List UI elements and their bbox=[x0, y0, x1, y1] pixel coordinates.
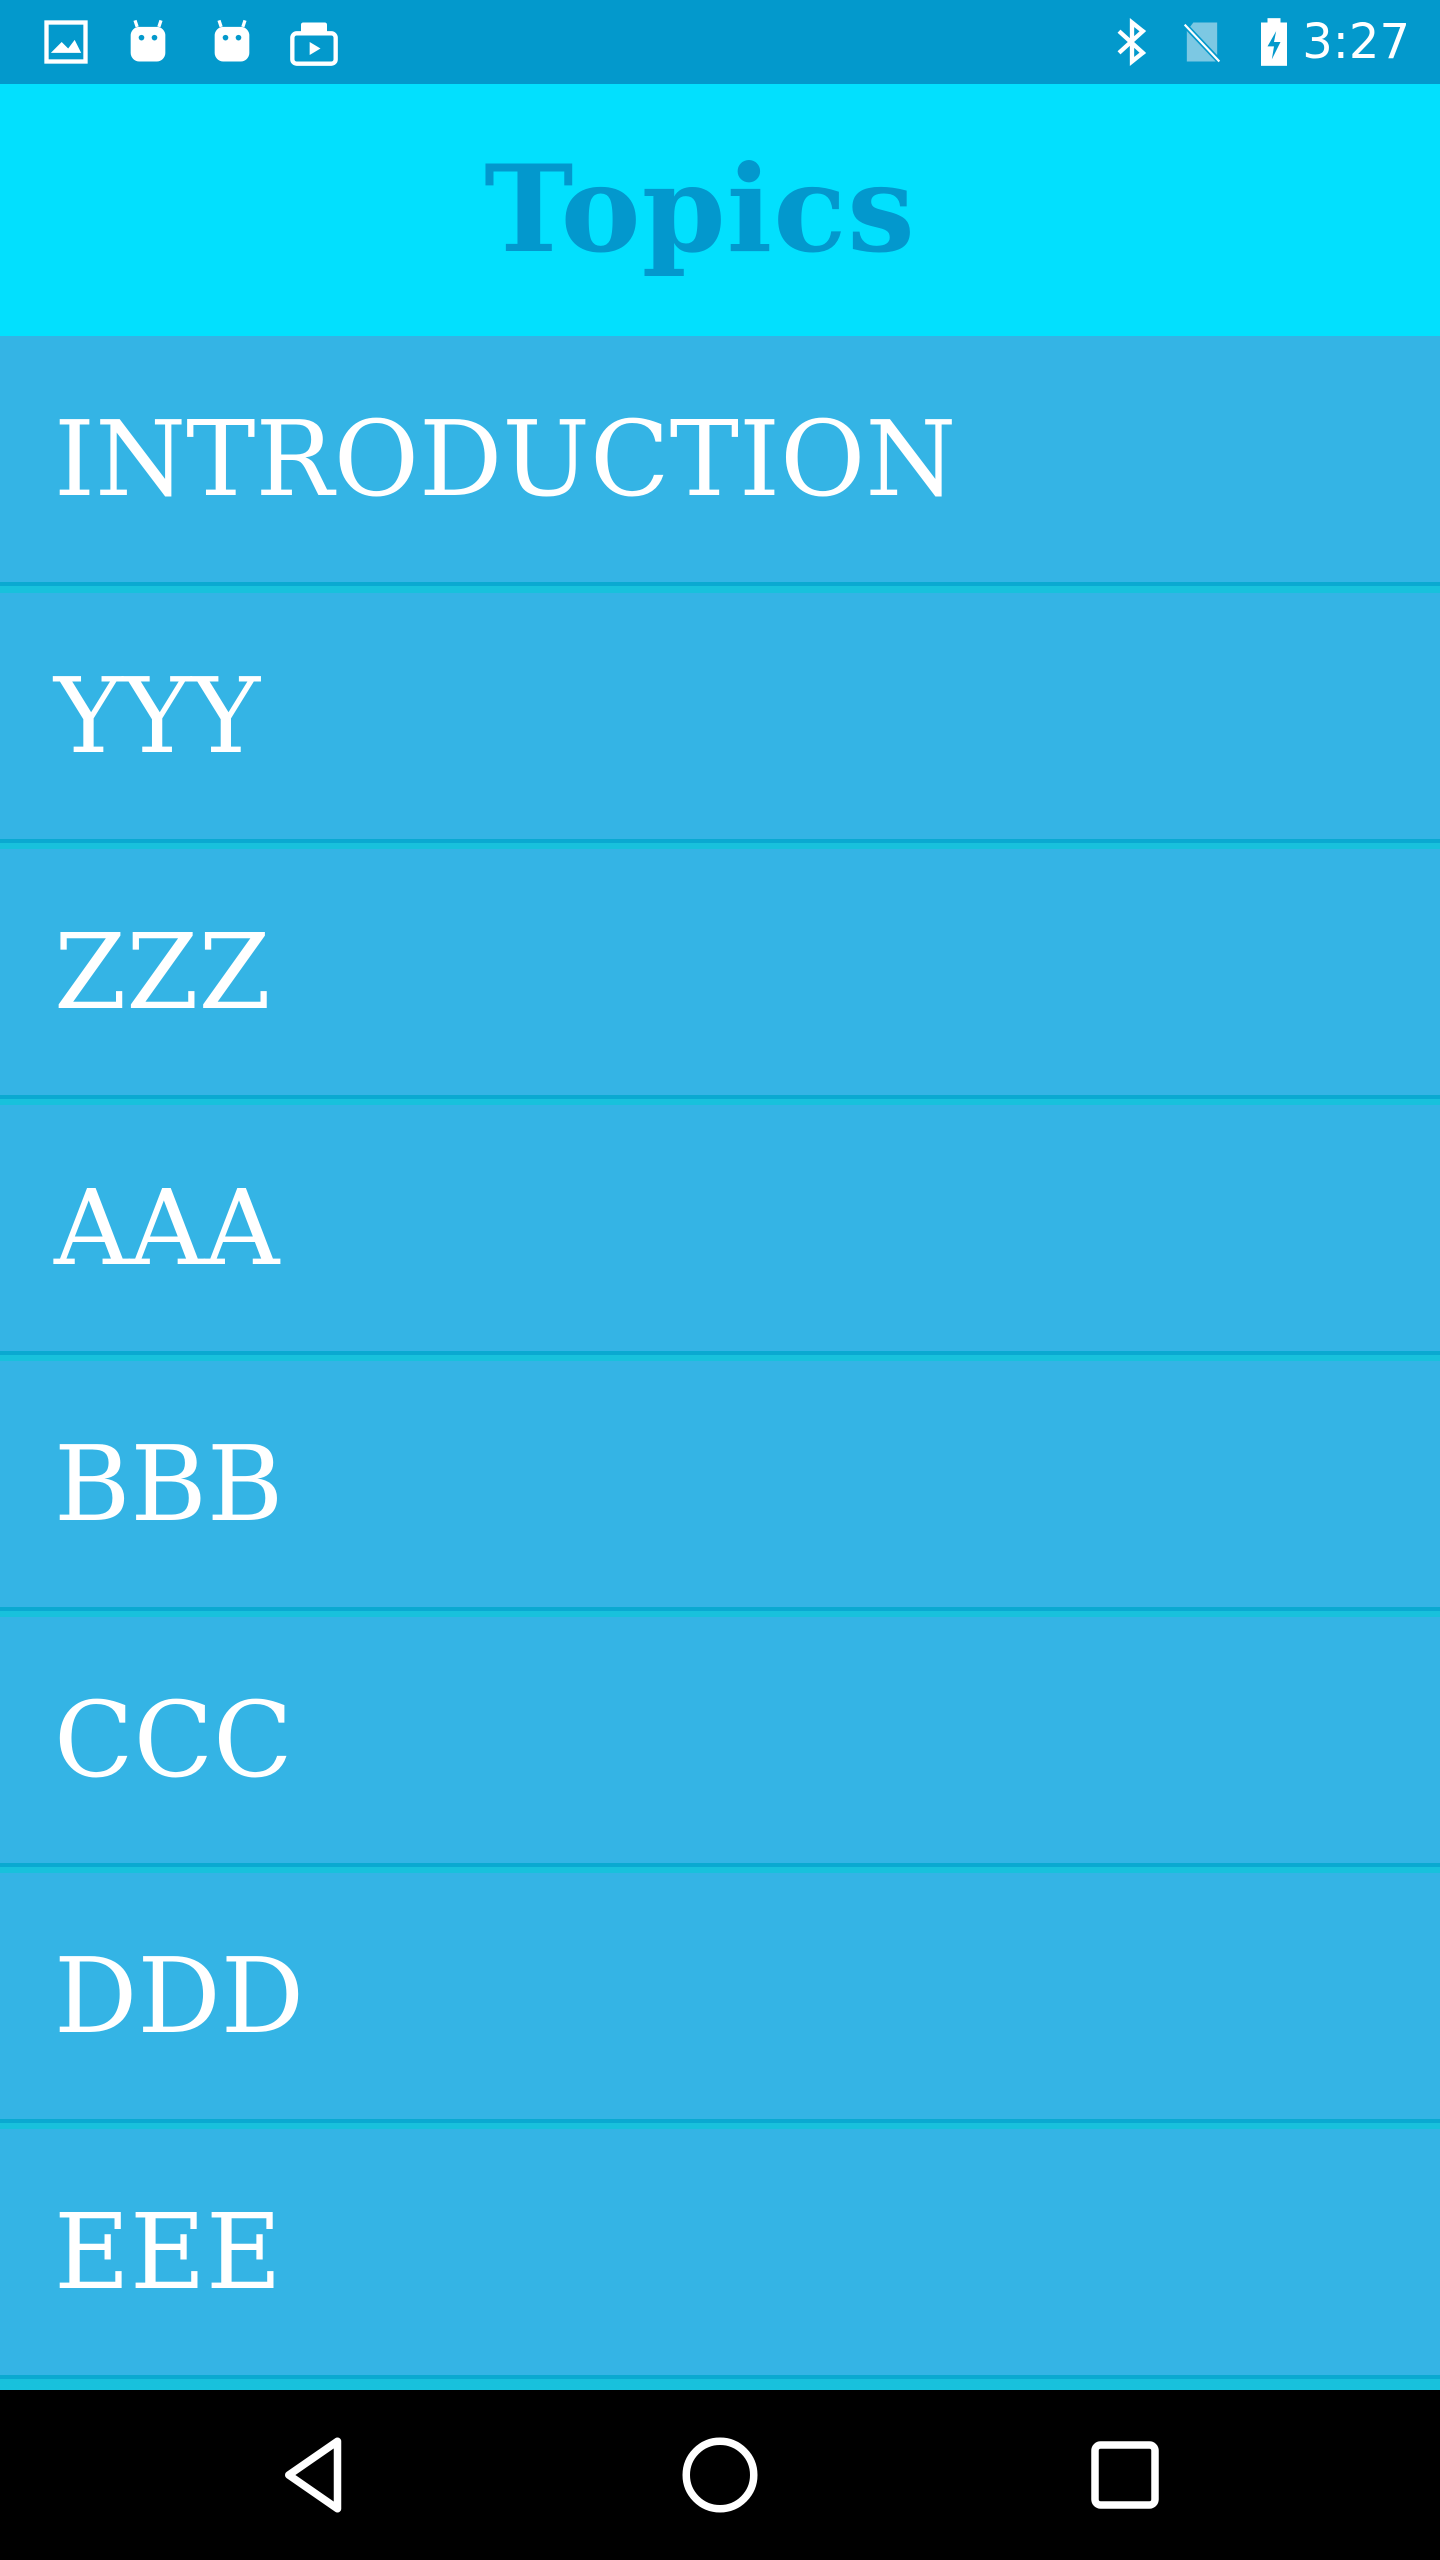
clock: 3:27 bbox=[1302, 14, 1410, 70]
page-title: Topics bbox=[484, 139, 916, 280]
topic-item-ddd[interactable]: DDD bbox=[0, 1873, 1440, 2119]
home-icon[interactable] bbox=[675, 2430, 765, 2520]
navigation-bar bbox=[0, 2390, 1440, 2560]
topic-label: BBB bbox=[54, 1423, 284, 1545]
topic-label: YYY bbox=[54, 655, 260, 777]
image-icon bbox=[40, 16, 92, 68]
topic-item-zzz[interactable]: ZZZ bbox=[0, 849, 1440, 1095]
topic-item-aaa[interactable]: AAA bbox=[0, 1105, 1440, 1351]
topic-item-ccc[interactable]: CCC bbox=[0, 1617, 1440, 1863]
topic-label: INTRODUCTION bbox=[54, 398, 957, 520]
topic-label: AAA bbox=[54, 1167, 280, 1289]
topic-list[interactable]: INTRODUCTION YYY ZZZ AAA BBB CCC DDD EEE bbox=[0, 336, 1440, 2390]
topic-item-bbb[interactable]: BBB bbox=[0, 1361, 1440, 1607]
app-bar: Topics bbox=[0, 84, 1440, 336]
back-icon[interactable] bbox=[270, 2430, 360, 2520]
topic-label: CCC bbox=[54, 1679, 293, 1801]
topic-item-eee[interactable]: EEE bbox=[0, 2129, 1440, 2375]
topic-item-yyy[interactable]: YYY bbox=[0, 593, 1440, 839]
no-sim-icon bbox=[1176, 16, 1228, 68]
briefcase-icon bbox=[288, 16, 340, 68]
recents-icon[interactable] bbox=[1080, 2430, 1170, 2520]
bluetooth-icon bbox=[1106, 16, 1158, 68]
topic-label: ZZZ bbox=[54, 911, 271, 1033]
topic-label: DDD bbox=[54, 1935, 305, 2057]
topic-item-introduction[interactable]: INTRODUCTION bbox=[0, 336, 1440, 582]
topic-label: EEE bbox=[54, 2191, 282, 2313]
android-icon bbox=[206, 16, 258, 68]
android-icon bbox=[122, 16, 174, 68]
battery-charging-icon bbox=[1248, 16, 1300, 68]
status-bar: 3:27 bbox=[0, 0, 1440, 84]
